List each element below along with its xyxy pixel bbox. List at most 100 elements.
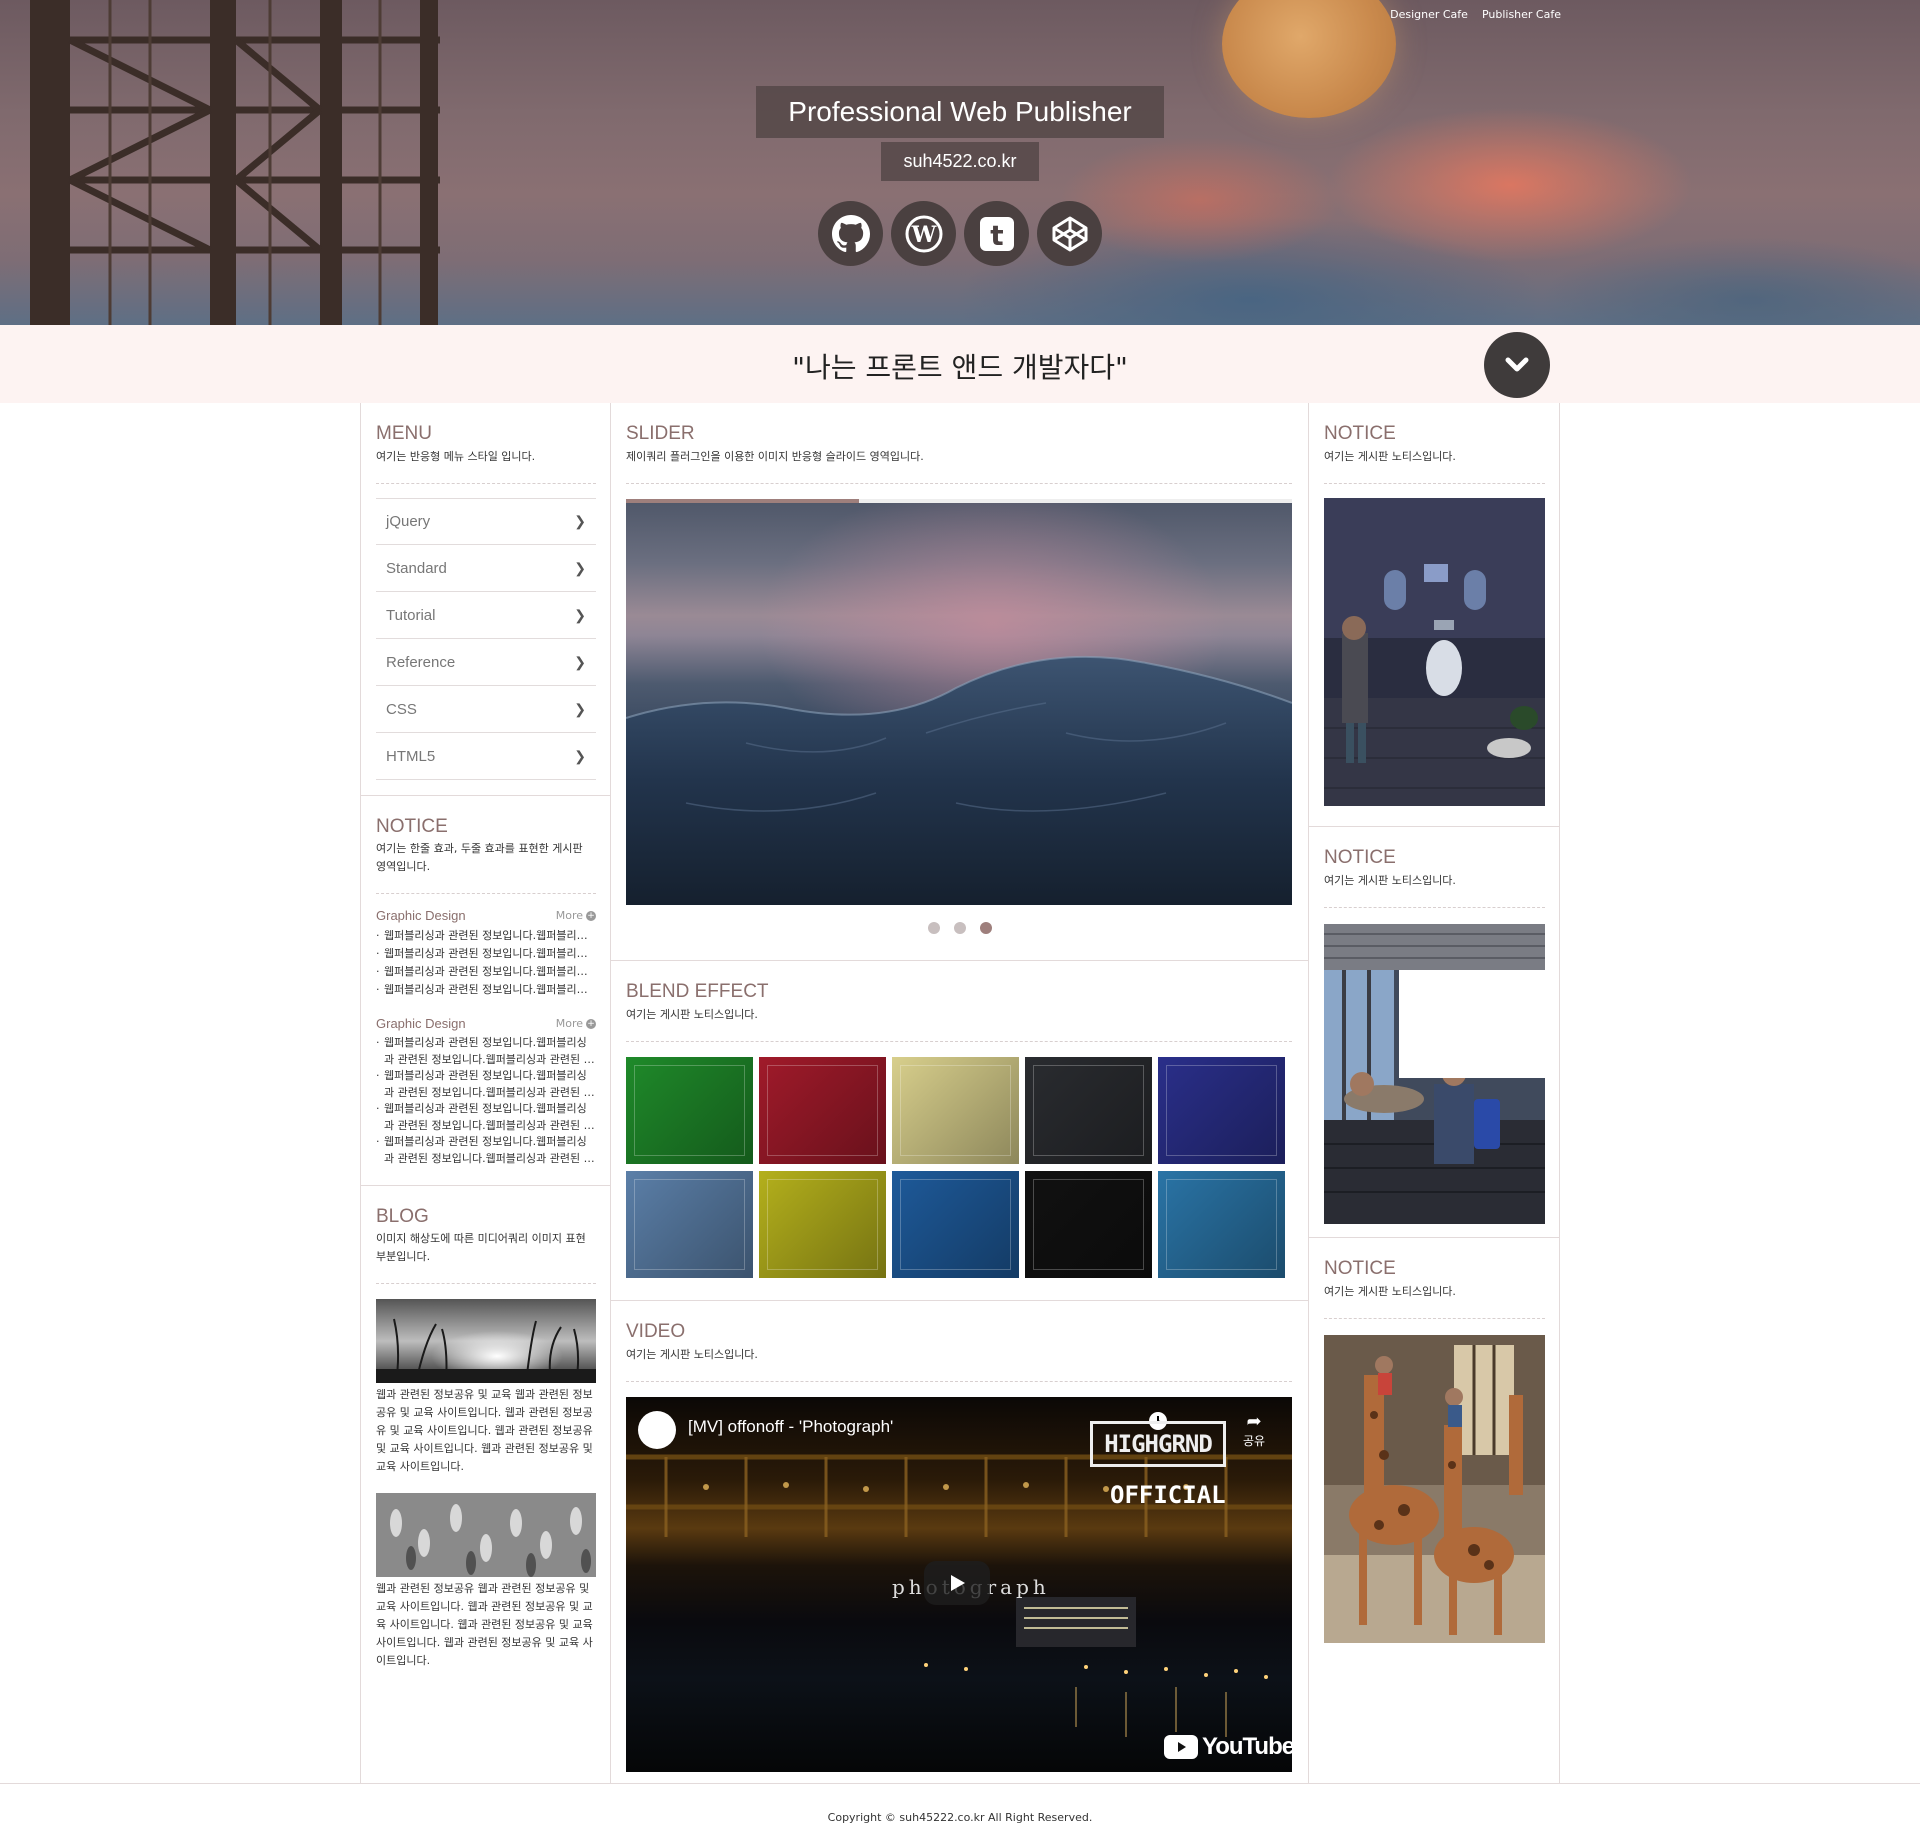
notice-title: NOTICE [1324,847,1396,868]
blog-image-wheat[interactable] [376,1493,596,1577]
divider [376,483,596,484]
designer-cafe-link[interactable]: Designer Cafe [1390,8,1468,21]
blend-tile[interactable] [759,1057,886,1164]
list-item[interactable]: 웹퍼블리싱과 관련된 정보입니다.웹퍼블리싱과 관련된 정보입니다.웹퍼블리싱과… [376,1035,596,1068]
list-item[interactable]: 웹퍼블리싱과 관련된 정보입니다.웹퍼블리싱과 관련된 정보입니다. [376,945,596,963]
notice-title: NOTICE [376,816,448,837]
social-links: W t [818,201,1102,266]
blend-tile[interactable] [892,1057,1019,1164]
divider [1324,907,1545,908]
blog-desc: 이미지 해상도에 따른 미디어쿼리 이미지 표현 부분입니다. [376,1232,586,1263]
tagline-text: "나는 프론트 앤드 개발자다" [792,351,1128,384]
chevron-right-icon: ❯ [574,747,586,764]
blend-tile[interactable] [626,1057,753,1164]
slider-image-wave[interactable] [626,503,1292,905]
plus-circle-icon: + [586,1018,596,1029]
codepen-icon[interactable] [1037,201,1102,266]
notice-photo-airport[interactable] [1324,924,1545,1224]
tile-frame [634,1065,745,1156]
video-desc: 여기는 게시판 노티스입니다. [626,1348,758,1361]
divider [626,1041,1292,1042]
divider [626,483,1292,484]
blend-tile[interactable] [626,1171,753,1278]
notice-title: NOTICE [1324,423,1396,444]
divider [1324,483,1545,484]
publisher-cafe-link[interactable]: Publisher Cafe [1482,8,1561,21]
menu-item-standard[interactable]: Standard ❯ [376,545,596,592]
menu-item-label: jQuery [386,513,431,530]
divider [376,893,596,894]
channel-logo[interactable] [638,1411,676,1449]
video-title-text[interactable]: [MV] offonoff - 'Photograph' [688,1417,893,1437]
chevron-down-icon [1505,357,1529,372]
svg-text:W: W [910,222,936,248]
play-button[interactable] [924,1561,990,1605]
notice-list-twoline: 웹퍼블리싱과 관련된 정보입니다.웹퍼블리싱과 관련된 정보입니다.웹퍼블리싱과… [376,1035,596,1167]
menu-item-css[interactable]: CSS ❯ [376,686,596,733]
hero-header: Designer Cafe Publisher Cafe Professiona… [0,0,1920,325]
moon-background [1222,0,1396,118]
more-label: More [555,909,583,922]
notice-category[interactable]: Graphic Design [376,1016,466,1031]
blog-image-grass[interactable] [376,1299,596,1383]
slider-title: SLIDER [626,423,695,444]
play-icon [951,1575,965,1591]
notice-group-header: Graphic Design More + [376,908,596,923]
chevron-right-icon: ❯ [574,653,586,670]
tile-frame [900,1065,1011,1156]
video-player[interactable]: [MV] offonoff - 'Photograph' HIGHGRND OF… [626,1397,1292,1772]
slider-dot[interactable] [953,922,966,934]
menu-item-reference[interactable]: Reference ❯ [376,639,596,686]
blend-title: BLEND EFFECT [626,981,769,1002]
blend-tile[interactable] [1158,1171,1285,1278]
tumblr-icon[interactable]: t [964,201,1029,266]
blend-tile[interactable] [1025,1171,1152,1278]
notice-category[interactable]: Graphic Design [376,908,466,923]
chevron-right-icon: ❯ [574,559,586,576]
share-button[interactable]: ➦ 공유 [1234,1411,1274,1449]
menu-item-label: CSS [386,700,417,718]
scroll-down-button[interactable] [1484,332,1550,398]
more-link[interactable]: More + [556,909,596,922]
blend-tile[interactable] [759,1171,886,1278]
notice-desc: 여기는 한줄 효과, 두줄 효과를 표현한 게시판 영역입니다. [376,842,583,873]
blog-section: BLOG 이미지 해상도에 따른 미디어쿼리 이미지 표현 부분입니다. 웹과 … [361,1186,610,1783]
slider-dot[interactable] [927,922,940,934]
menu-title: MENU [376,423,432,444]
share-icon: ➦ [1246,1411,1262,1432]
list-item[interactable]: 웹퍼블리싱과 관련된 정보입니다.웹퍼블리싱과 관련된 정보입니다.웹퍼블리싱과… [376,1101,596,1134]
youtube-logo[interactable]: YouTube [1164,1733,1292,1761]
blend-tile[interactable] [892,1171,1019,1278]
slider-dot-active[interactable] [979,922,992,934]
blend-tile[interactable] [1158,1057,1285,1164]
tile-frame [1033,1065,1144,1156]
more-link[interactable]: More + [556,1017,596,1030]
menu-item-jquery[interactable]: jQuery ❯ [376,498,596,545]
right-notice-section: NOTICE 여기는 게시판 노티스입니다. [1309,827,1559,1238]
list-item[interactable]: 웹퍼블리싱과 관련된 정보입니다.웹퍼블리싱과 관련된 정보입니다. [376,963,596,981]
github-icon[interactable] [818,201,883,266]
menu-desc: 여기는 반응형 메뉴 스타일 입니다. [376,450,536,463]
video-title: VIDEO [626,1321,686,1342]
menu-item-tutorial[interactable]: Tutorial ❯ [376,592,596,639]
tagline-bar: "나는 프론트 앤드 개발자다" [0,325,1920,403]
youtube-label: YouTube [1202,1733,1292,1760]
blend-section: BLEND EFFECT 여기는 게시판 노티스입니다. [611,961,1308,1301]
notice-desc: 여기는 게시판 노티스입니다. [1324,874,1456,887]
notice-photo-giraffes[interactable] [1324,1335,1545,1643]
list-item[interactable]: 웹퍼블리싱과 관련된 정보입니다.웹퍼블리싱과 관련된 정보입니다. [376,927,596,945]
list-item[interactable]: 웹퍼블리싱과 관련된 정보입니다.웹퍼블리싱과 관련된 정보입니다. [376,981,596,999]
tower-scaffold-background [30,0,440,325]
blend-tile[interactable] [1025,1057,1152,1164]
list-item[interactable]: 웹퍼블리싱과 관련된 정보입니다.웹퍼블리싱과 관련된 정보입니다.웹퍼블리싱과… [376,1068,596,1101]
tile-frame [900,1179,1011,1270]
video-section: VIDEO 여기는 게시판 노티스입니다. [MV] offonoff - 'P… [611,1301,1308,1783]
divider [376,1283,596,1284]
menu-item-html5[interactable]: HTML5 ❯ [376,733,596,780]
notice-photo-restroom[interactable] [1324,498,1545,806]
wordpress-icon[interactable]: W [891,201,956,266]
copyright-text: Copyright © suh45222.co.kr All Right Res… [827,1811,1093,1824]
blog-post-text: 웹과 관련된 정보공유 웹과 관련된 정보공유 및 교육 사이트입니다. 웹과 … [376,1582,593,1667]
list-item[interactable]: 웹퍼블리싱과 관련된 정보입니다.웹퍼블리싱과 관련된 정보입니다.웹퍼블리싱과… [376,1134,596,1167]
notice-desc: 여기는 게시판 노티스입니다. [1324,450,1456,463]
